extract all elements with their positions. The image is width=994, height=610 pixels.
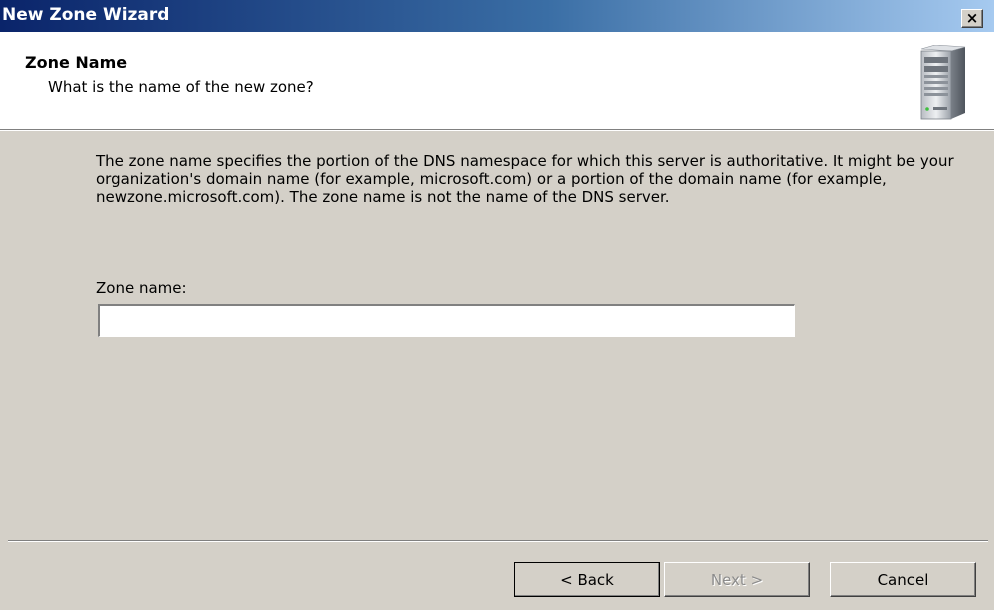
window-title: New Zone Wizard xyxy=(2,5,170,25)
zone-name-label: Zone name: xyxy=(96,279,187,297)
cancel-button[interactable]: Cancel xyxy=(830,562,976,597)
page-title: Zone Name xyxy=(25,53,128,72)
zone-description: The zone name specifies the portion of t… xyxy=(96,152,954,206)
wizard-header: Zone Name What is the name of the new zo… xyxy=(0,32,994,129)
zone-name-input[interactable] xyxy=(98,304,795,337)
footer-divider-highlight xyxy=(8,541,988,542)
close-icon: × xyxy=(965,9,979,27)
header-divider-highlight xyxy=(0,130,994,131)
close-button[interactable]: × xyxy=(961,9,983,28)
title-bar[interactable]: New Zone Wizard × xyxy=(0,0,994,32)
back-button[interactable]: < Back xyxy=(514,562,660,597)
page-subtitle: What is the name of the new zone? xyxy=(48,78,314,96)
next-button[interactable]: Next > xyxy=(664,562,810,597)
server-icon xyxy=(920,45,966,120)
